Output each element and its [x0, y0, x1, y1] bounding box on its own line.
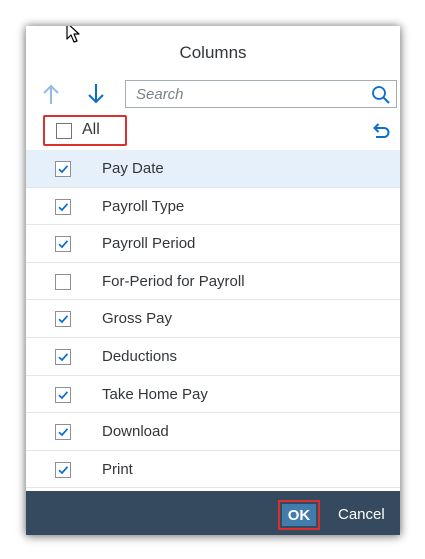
- search-field[interactable]: [125, 80, 397, 108]
- checkmark-icon: [58, 353, 69, 362]
- list-item[interactable]: For-Period for Payroll: [26, 263, 400, 301]
- column-checkbox[interactable]: [55, 311, 71, 328]
- checkmark-icon: [58, 315, 69, 324]
- search-input[interactable]: [126, 81, 382, 107]
- list-item[interactable]: Deductions: [26, 338, 400, 376]
- column-label: For-Period for Payroll: [102, 272, 245, 290]
- column-checkbox[interactable]: [55, 424, 71, 441]
- column-checkbox[interactable]: [55, 348, 71, 365]
- arrow-down-icon: [88, 84, 104, 104]
- column-checkbox[interactable]: [55, 386, 71, 403]
- columns-dialog: Columns All Pay Date Payroll Type Payroll …: [26, 26, 400, 535]
- column-list: Pay Date Payroll Type Payroll Period For-Pe…: [26, 150, 400, 489]
- list-item[interactable]: Payroll Type: [26, 188, 400, 226]
- cancel-button[interactable]: Cancel: [338, 506, 385, 523]
- column-checkbox[interactable]: [55, 273, 71, 290]
- checkmark-icon: [58, 202, 69, 211]
- column-checkbox[interactable]: [55, 198, 71, 215]
- arrow-up-icon: [43, 84, 59, 104]
- list-item[interactable]: Gross Pay: [26, 300, 400, 338]
- checkmark-icon: [58, 240, 69, 249]
- select-all-checkbox[interactable]: [56, 123, 72, 139]
- list-item[interactable]: Download: [26, 413, 400, 451]
- undo-icon[interactable]: [371, 121, 391, 141]
- column-checkbox[interactable]: [55, 461, 71, 478]
- move-up-button[interactable]: [39, 80, 63, 108]
- column-label: Take Home Pay: [102, 385, 208, 403]
- checkmark-icon: [58, 428, 69, 437]
- column-checkbox[interactable]: [55, 236, 71, 253]
- select-all-row: All: [26, 114, 400, 148]
- list-item[interactable]: Print: [26, 451, 400, 489]
- checkmark-icon: [58, 465, 69, 474]
- list-item[interactable]: Payroll Period: [26, 225, 400, 263]
- column-label: Payroll Type: [102, 197, 185, 215]
- select-all-label: All: [82, 121, 100, 138]
- column-label: Gross Pay: [102, 310, 173, 328]
- ok-button[interactable]: OK: [282, 504, 316, 526]
- mouse-pointer-icon: [66, 26, 80, 43]
- move-down-button[interactable]: [84, 80, 108, 108]
- search-icon[interactable]: [371, 85, 391, 105]
- column-label: Print: [102, 460, 133, 478]
- dialog-title: Columns: [179, 43, 247, 62]
- column-label: Download: [102, 423, 169, 441]
- dialog-footer: OK Cancel: [26, 491, 400, 535]
- column-label: Deductions: [102, 347, 178, 365]
- list-item[interactable]: Pay Date: [26, 150, 400, 188]
- checkmark-icon: [58, 165, 69, 174]
- column-label: Payroll Period: [102, 235, 196, 253]
- list-item[interactable]: Take Home Pay: [26, 376, 400, 414]
- column-checkbox[interactable]: [55, 161, 71, 177]
- checkmark-icon: [58, 390, 69, 399]
- column-label: Pay Date: [102, 160, 164, 177]
